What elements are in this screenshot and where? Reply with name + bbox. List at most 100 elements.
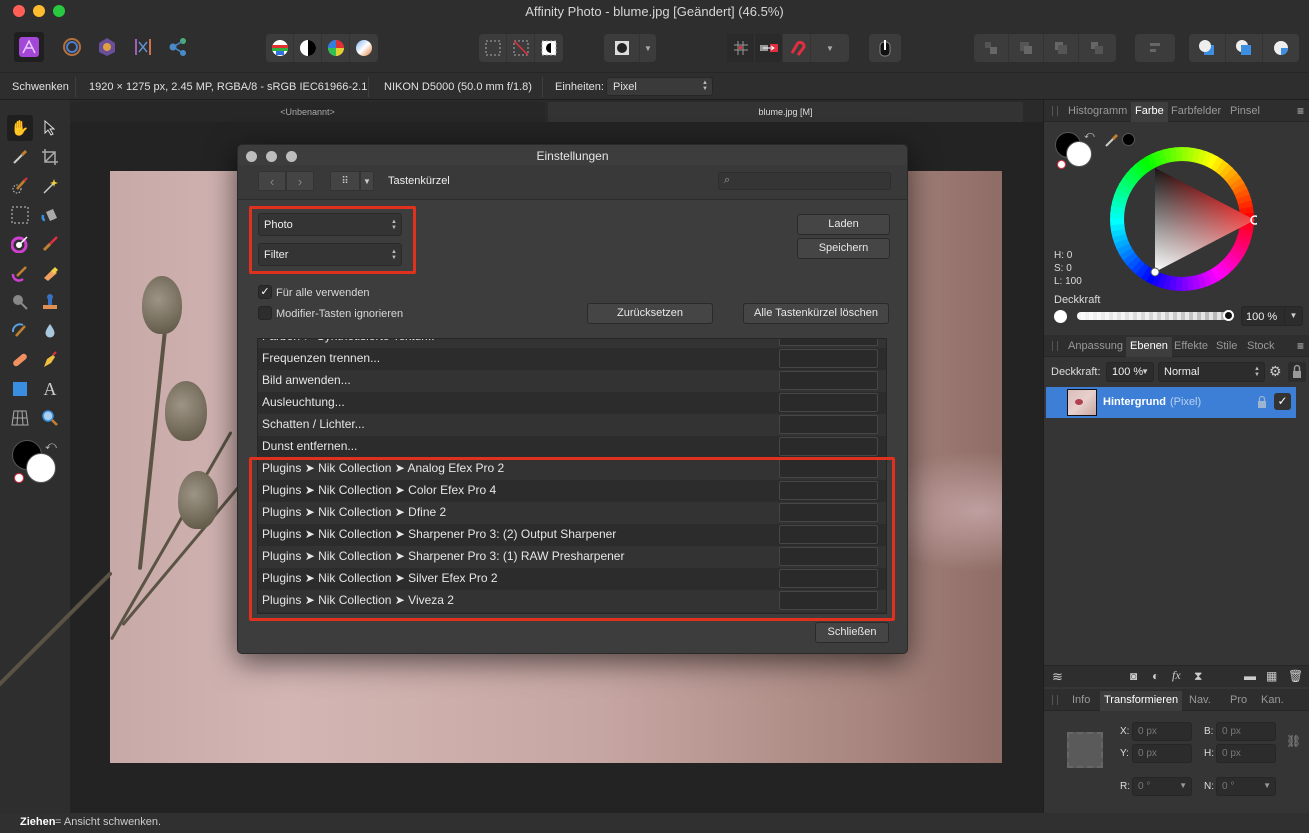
move-to-front-button[interactable] xyxy=(1079,34,1114,62)
reset-button[interactable]: Zurücksetzen xyxy=(587,303,713,324)
quick-mask-button[interactable] xyxy=(604,34,640,62)
smudge-tool[interactable] xyxy=(7,318,33,344)
folder-icon[interactable]: ▬ xyxy=(1244,669,1256,683)
save-button[interactable]: Speichern xyxy=(797,238,890,259)
alignment-button[interactable] xyxy=(1135,34,1175,62)
x-field[interactable]: 0 px xyxy=(1132,722,1192,741)
color-replacement-tool[interactable] xyxy=(7,231,33,257)
y-field[interactable]: 0 px xyxy=(1132,744,1192,763)
shortcut-row[interactable]: Dunst entfernen... xyxy=(258,436,886,458)
intersect-shape-button[interactable] xyxy=(1263,34,1299,62)
pixel-layer-icon[interactable]: ▦ xyxy=(1266,669,1277,683)
tab-adjustments[interactable]: Anpassung xyxy=(1068,340,1123,352)
rectangle-tool[interactable] xyxy=(7,376,33,402)
shortcut-row[interactable]: Ausleuchtung... xyxy=(258,392,886,414)
rotation-field[interactable]: 0 ° ▼ xyxy=(1132,777,1192,796)
doc-tab-blume[interactable]: blume.jpg [M] xyxy=(548,102,1023,122)
swap-colors-icon[interactable]: ⤺ xyxy=(1084,130,1095,141)
shortcut-row[interactable]: Plugins ➤ Nik Collection ➤ Sharpener Pro… xyxy=(258,524,886,546)
shear-field[interactable]: 0 ° ▼ xyxy=(1216,777,1276,796)
live-filter-icon[interactable]: ⧗ xyxy=(1194,669,1202,684)
inpainting-tool[interactable] xyxy=(7,347,33,373)
shortcut-row[interactable]: Plugins ➤ Nik Collection ➤ Dfine 2 xyxy=(258,502,886,524)
tab-styles[interactable]: Stile xyxy=(1216,340,1237,352)
shortcut-key-field[interactable] xyxy=(779,525,878,544)
load-button[interactable]: Laden xyxy=(797,214,890,235)
panel-grip-icon[interactable] xyxy=(1052,341,1058,351)
blend-mode-select[interactable]: Normal ▲ ▼ xyxy=(1158,362,1265,382)
adjustment-layer-icon[interactable]: ◐ xyxy=(1152,669,1159,683)
tab-brushes[interactable]: Pinsel xyxy=(1230,105,1260,117)
opacity-slider[interactable] xyxy=(1077,310,1234,321)
shortcut-key-field[interactable] xyxy=(779,349,878,368)
search-input[interactable]: ⌕ xyxy=(718,172,891,190)
assistant-button[interactable] xyxy=(869,34,901,62)
force-pixel-alignment-button[interactable] xyxy=(755,34,783,62)
tab-navigator[interactable]: Nav. xyxy=(1189,694,1211,706)
trash-icon[interactable]: 🗑 xyxy=(1288,669,1303,683)
liquify-persona-button[interactable] xyxy=(57,32,87,62)
chevron-down-icon[interactable]: ▼ xyxy=(1284,307,1302,325)
use-for-all-checkbox[interactable]: ✓ xyxy=(258,285,272,299)
shortcut-row[interactable]: Plugins ➤ Nik Collection ➤ Silver Efex P… xyxy=(258,568,886,590)
shortcut-key-field[interactable] xyxy=(779,339,878,346)
panel-menu-icon[interactable]: ≡ xyxy=(1297,104,1304,118)
tab-color[interactable]: Farbe xyxy=(1131,102,1168,122)
shortcut-row[interactable]: Plugins ➤ Nik Collection ➤ Color Efex Pr… xyxy=(258,480,886,502)
shortcut-row[interactable]: Bild anwenden... xyxy=(258,370,886,392)
show-all-button[interactable]: ⠿ xyxy=(330,171,360,191)
shortcut-row[interactable]: Plugins ➤ Nik Collection ➤ Sharpener Pro… xyxy=(258,546,886,568)
pen-tool[interactable] xyxy=(37,347,63,373)
shortcut-key-field[interactable] xyxy=(779,437,878,456)
shortcut-row[interactable]: Farben ➤ Synthetisierte Textur... xyxy=(258,339,886,348)
layer-row-hintergrund[interactable]: Hintergrund (Pixel) ✓ xyxy=(1046,387,1296,418)
tab-channels[interactable]: Kan. xyxy=(1261,694,1284,706)
shortcut-key-field[interactable] xyxy=(779,569,878,588)
export-persona-button[interactable] xyxy=(163,32,193,62)
color-picker-tool[interactable] xyxy=(7,144,33,170)
tab-stock[interactable]: Stock xyxy=(1247,340,1275,352)
deselect-button[interactable] xyxy=(507,34,535,62)
shortcut-key-field[interactable] xyxy=(779,503,878,522)
secondary-color-swatch[interactable] xyxy=(26,453,56,483)
auto-levels-button[interactable] xyxy=(266,34,294,62)
crop-tool[interactable] xyxy=(37,144,63,170)
flood-fill-tool[interactable] xyxy=(37,202,63,228)
flood-select-tool[interactable] xyxy=(37,173,63,199)
gear-icon[interactable]: ⚙ xyxy=(1269,363,1282,380)
doc-tab-unbenannt[interactable]: <Unbenannt> xyxy=(70,102,545,122)
selection-brush-tool[interactable] xyxy=(7,173,33,199)
select-all-button[interactable] xyxy=(479,34,507,62)
shortcut-key-field[interactable] xyxy=(779,459,878,478)
tab-transform[interactable]: Transformieren xyxy=(1100,691,1183,711)
layer-lock-icon[interactable] xyxy=(1256,395,1268,409)
mask-layer-icon[interactable]: ◙ xyxy=(1130,669,1137,683)
shortcut-key-field[interactable] xyxy=(779,371,878,390)
auto-white-balance-button[interactable] xyxy=(350,34,378,62)
opacity-field[interactable]: 100 % ▼ xyxy=(1241,306,1303,326)
panel-menu-icon[interactable]: ≡ xyxy=(1297,339,1304,353)
artistic-text-tool[interactable]: A xyxy=(37,376,63,402)
photo-persona-button[interactable] xyxy=(14,32,44,62)
snapping-button[interactable] xyxy=(783,34,811,62)
fx-icon[interactable]: fx xyxy=(1172,668,1181,683)
category-select[interactable]: Filter ▲ ▼ xyxy=(258,243,402,266)
tab-effects[interactable]: Effekte xyxy=(1174,340,1208,352)
panel-grip-icon[interactable] xyxy=(1052,695,1058,705)
shortcut-row[interactable]: Plugins ➤ Nik Collection ➤ Analog Efex P… xyxy=(258,458,886,480)
layer-opacity-select[interactable]: 100 % ▼ xyxy=(1106,362,1154,382)
blur-brush-tool[interactable] xyxy=(37,318,63,344)
move-tool[interactable] xyxy=(37,115,63,141)
quick-mask-dropdown[interactable]: ▼ xyxy=(640,34,656,62)
shortcut-row[interactable]: Plugins ➤ Nik Collection ➤ Viveza 2 xyxy=(258,590,886,612)
tab-history[interactable]: Pro xyxy=(1230,694,1247,706)
units-select[interactable]: Pixel ▲ ▼ xyxy=(606,77,713,96)
move-to-back-button[interactable] xyxy=(974,34,1009,62)
pixel-tool[interactable] xyxy=(7,260,33,286)
tone-mapping-persona-button[interactable] xyxy=(128,32,158,62)
panel-grip-icon[interactable] xyxy=(1052,106,1058,116)
tab-info[interactable]: Info xyxy=(1072,694,1090,706)
clone-brush-tool[interactable] xyxy=(37,289,63,315)
forward-button[interactable]: › xyxy=(286,171,314,191)
tab-layers[interactable]: Ebenen xyxy=(1126,337,1172,357)
